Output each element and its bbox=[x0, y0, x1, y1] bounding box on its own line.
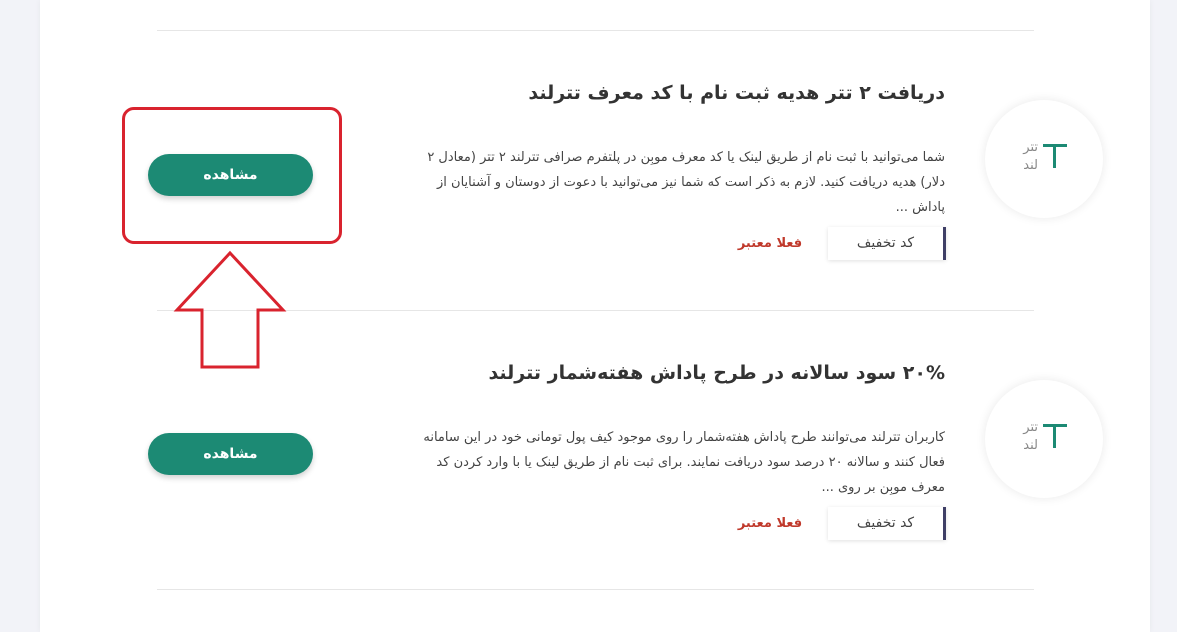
logo-text-line2: لند bbox=[1023, 438, 1038, 453]
logo-mark-stem bbox=[1053, 147, 1056, 168]
tetherland-logo-icon[interactable]: تتر لند bbox=[985, 380, 1103, 498]
divider bbox=[157, 30, 1034, 31]
view-button[interactable]: مشاهده bbox=[148, 433, 313, 475]
highlight-box bbox=[122, 107, 342, 244]
discount-code-button[interactable]: کد تخفیف bbox=[828, 227, 946, 260]
tetherland-logo-icon[interactable]: تتر لند bbox=[985, 100, 1103, 218]
logo-text-line1: تتر bbox=[1023, 140, 1038, 155]
offer-title[interactable]: دریافت ۲ تتر هدیه ثبت نام با کد معرف تتر… bbox=[528, 82, 945, 104]
divider bbox=[157, 310, 1034, 311]
offer-card: ۲۰% سود سالانه در طرح پاداش هفته‌شمار تت… bbox=[0, 362, 1177, 622]
logo-text-line1: تتر bbox=[1023, 420, 1038, 435]
status-badge: فعلا معتبر bbox=[737, 236, 803, 251]
divider bbox=[157, 589, 1034, 590]
offer-description: شما می‌توانید با ثبت نام از طریق لینک یا… bbox=[427, 150, 945, 215]
offer-title[interactable]: ۲۰% سود سالانه در طرح پاداش هفته‌شمار تت… bbox=[488, 362, 945, 384]
logo-mark-stem bbox=[1053, 427, 1056, 448]
discount-code-button[interactable]: کد تخفیف bbox=[828, 507, 946, 540]
offer-description: کاربران تترلند می‌توانند طرح پاداش هفته‌… bbox=[423, 430, 945, 495]
status-badge: فعلا معتبر bbox=[737, 516, 803, 531]
logo-text-line2: لند bbox=[1023, 158, 1038, 173]
up-arrow-icon bbox=[173, 250, 287, 369]
